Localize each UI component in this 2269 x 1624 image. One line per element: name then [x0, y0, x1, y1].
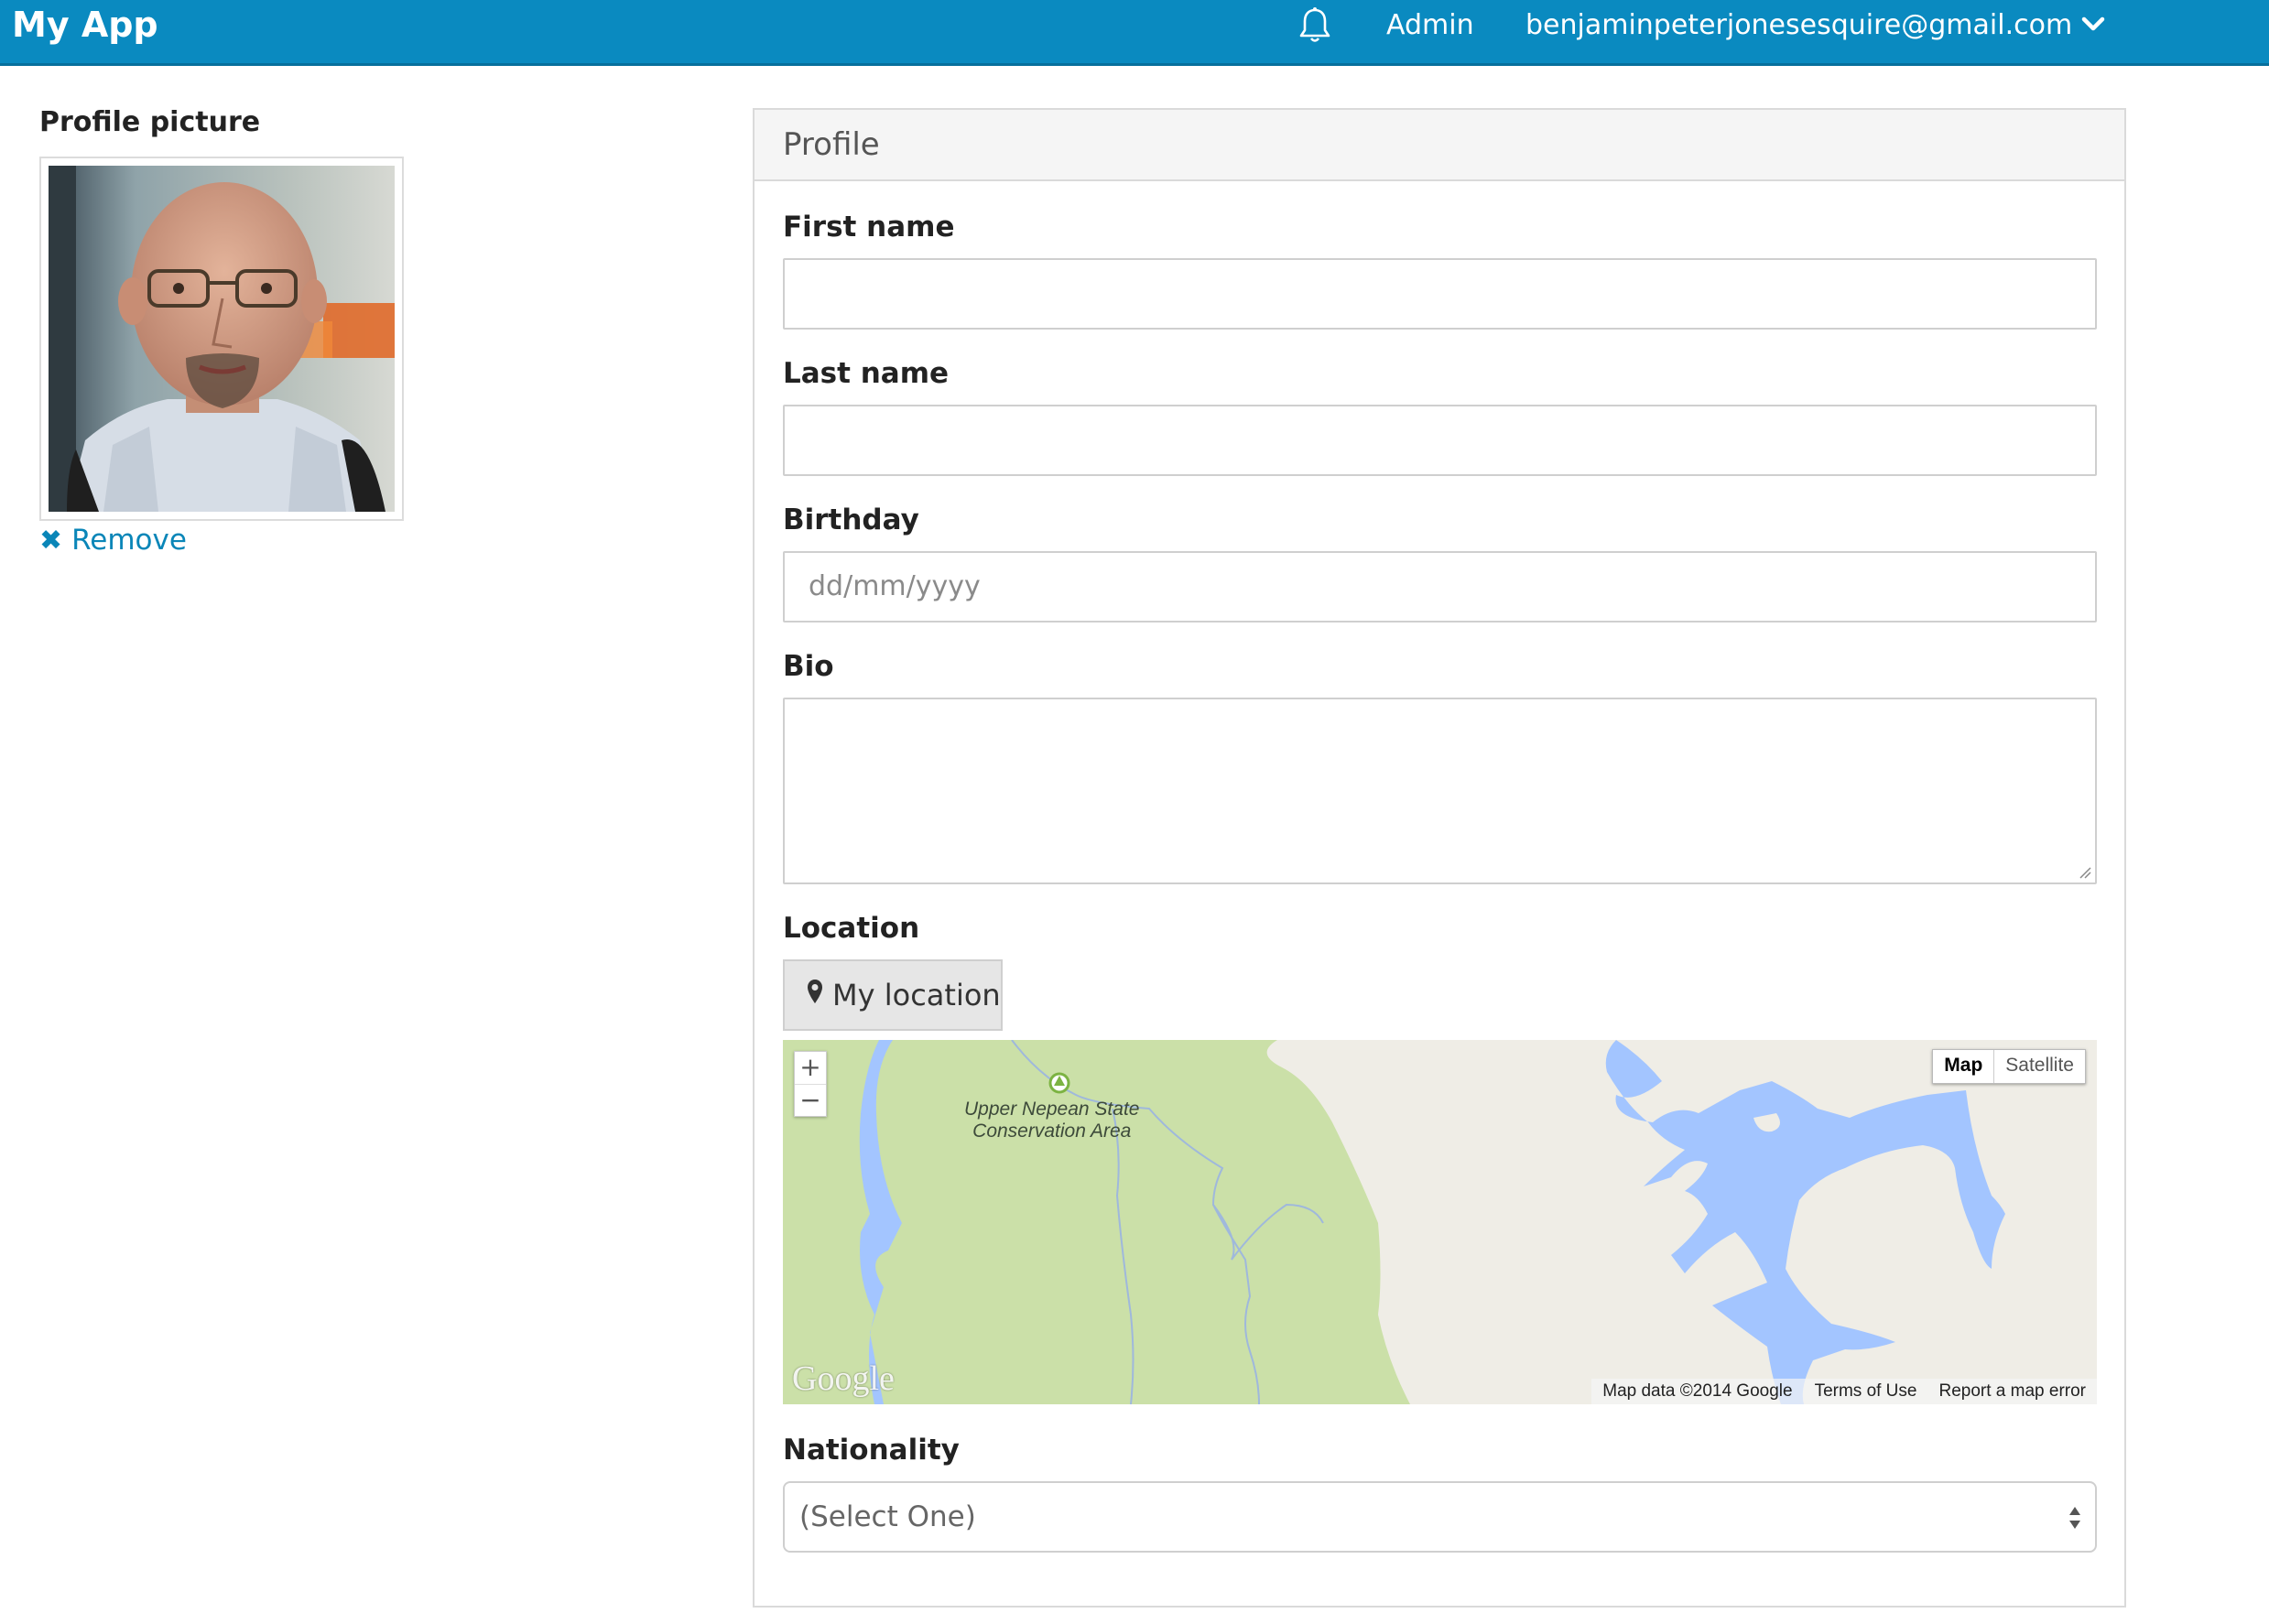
profile-picture-title: Profile picture — [39, 106, 261, 138]
zoom-in-button[interactable]: + — [795, 1052, 826, 1085]
map-type-satellite-button[interactable]: Satellite — [1994, 1050, 2085, 1083]
bio-textarea[interactable] — [783, 698, 2097, 884]
google-logo[interactable]: Google — [792, 1359, 895, 1399]
map-canvas[interactable] — [783, 1040, 2097, 1404]
poi-name-line2: Conservation Area — [972, 1121, 1132, 1142]
location-label: Location — [783, 912, 920, 945]
panel-header: Profile — [755, 110, 2124, 181]
zoom-out-button[interactable]: − — [795, 1085, 826, 1117]
nationality-label: Nationality — [783, 1434, 960, 1467]
bio-label: Bio — [783, 650, 834, 683]
my-location-label: My location — [832, 978, 1001, 1012]
close-icon: ✖ — [39, 525, 63, 557]
app-brand[interactable]: My App — [12, 0, 158, 50]
bell-icon[interactable] — [1298, 6, 1331, 45]
first-name-input[interactable] — [783, 258, 2097, 330]
user-menu[interactable]: benjaminpeterjonesesquire@gmail.com — [1525, 0, 2105, 50]
nationality-selected: (Select One) — [799, 1500, 976, 1533]
chevron-down-icon — [2081, 0, 2105, 49]
birthday-input[interactable]: dd/mm/yyyy — [783, 551, 2097, 623]
admin-link[interactable]: Admin — [1386, 0, 1474, 50]
user-email: benjaminpeterjonesesquire@gmail.com — [1525, 9, 2073, 41]
panel-title: Profile — [783, 126, 880, 163]
location-map[interactable]: + − Map Satellite Upper Nepean State Con… — [783, 1040, 2097, 1404]
last-name-label: Last name — [783, 357, 950, 390]
map-attribution: Map data ©2014 Google — [1602, 1381, 1793, 1401]
report-map-error-link[interactable]: Report a map error — [1927, 1379, 2097, 1404]
remove-picture-link[interactable]: ✖ Remove — [39, 524, 187, 557]
profile-photo — [49, 166, 395, 512]
last-name-input[interactable] — [783, 405, 2097, 476]
poi-name-line1: Upper Nepean State — [964, 1099, 1140, 1120]
birthday-placeholder: dd/mm/yyyy — [809, 570, 981, 602]
select-arrows-icon — [2069, 1507, 2080, 1529]
resize-grip-icon[interactable] — [2077, 864, 2091, 879]
birthday-label: Birthday — [783, 503, 919, 536]
map-attribution-bar: Map data ©2014 Google Terms of Use Repor… — [1591, 1379, 2097, 1404]
nationality-select[interactable]: (Select One) — [783, 1481, 2097, 1553]
map-type-map-button[interactable]: Map — [1933, 1050, 1995, 1083]
map-type-control: Map Satellite — [1932, 1049, 2086, 1084]
map-zoom-control: + − — [794, 1051, 827, 1117]
profile-panel: Profile First name Last name Birthday dd… — [753, 108, 2126, 1608]
map-marker-icon — [807, 960, 823, 1028]
map-poi-label[interactable]: Upper Nepean State Conservation Area — [964, 1099, 1139, 1142]
terms-of-use-link[interactable]: Terms of Use — [1804, 1379, 1928, 1404]
my-location-button[interactable]: My location — [783, 959, 1003, 1031]
top-navbar: My App Admin benjaminpeterjonesesquire@g… — [0, 0, 2269, 66]
first-name-label: First name — [783, 211, 955, 244]
profile-picture-frame — [39, 157, 404, 521]
remove-label: Remove — [71, 524, 187, 557]
